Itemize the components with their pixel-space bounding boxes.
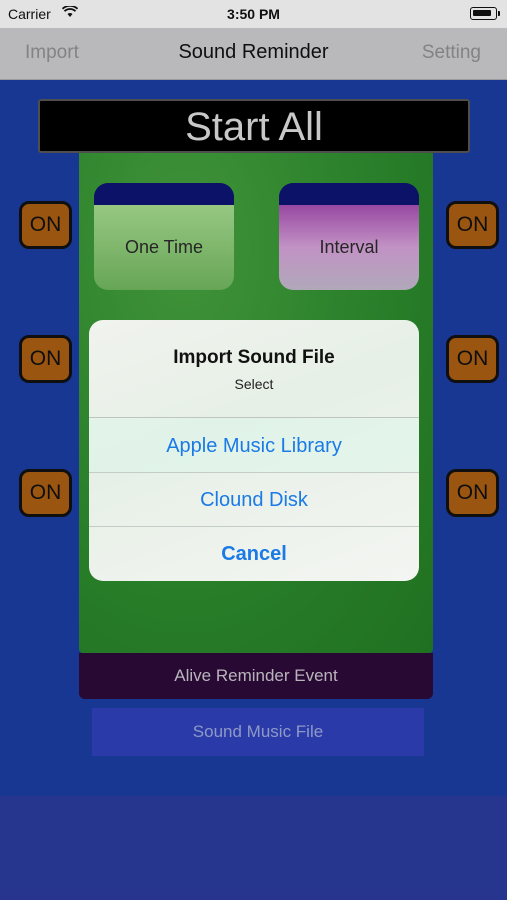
alert-message: Select (234, 376, 274, 392)
cloud-disk-button[interactable]: Clound Disk (89, 473, 419, 527)
import-sound-alert: Import Sound File Select Apple Music Lib… (89, 320, 419, 581)
alert-title: Import Sound File (173, 347, 335, 368)
apple-music-library-button[interactable]: Apple Music Library (89, 419, 419, 473)
cancel-button[interactable]: Cancel (89, 527, 419, 581)
alert-header: Import Sound File Select (89, 320, 419, 418)
